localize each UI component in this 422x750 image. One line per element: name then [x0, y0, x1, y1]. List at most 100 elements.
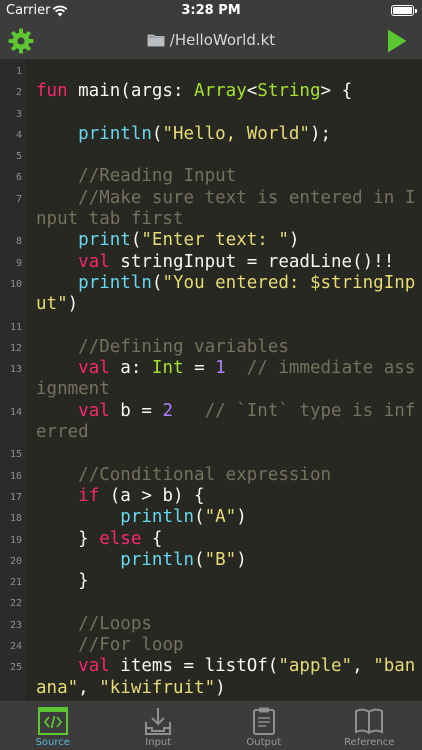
- code-token: println: [120, 507, 195, 528]
- code-line[interactable]: 7 //Make sure text is entered in Input t…: [16, 188, 420, 231]
- code-area[interactable]: 1 2 fun main(args: Array<String> { 3 4 print…: [10, 60, 420, 699]
- code-line[interactable]: 21 }: [10, 571, 420, 592]
- code-line[interactable]: 13 val a: Int = 1 // immediate assignmen…: [10, 358, 420, 401]
- battery-icon: [391, 5, 417, 16]
- code-line[interactable]: 18 println("A"): [10, 507, 420, 528]
- code-token: "kiwifruit": [99, 677, 216, 698]
- code-line[interactable]: 24 //For loop: [10, 635, 420, 656]
- code-text: //Defining variables: [36, 337, 420, 358]
- code-token: b =: [109, 400, 163, 421]
- line-number: 3: [15, 108, 22, 120]
- code-line[interactable]: 10 println("You entered: $stringInput"): [10, 273, 420, 316]
- code-text: val b = 2 // `Int` type is inferred: [36, 401, 420, 444]
- play-icon[interactable]: [386, 28, 408, 54]
- code-line[interactable]: 16 //Conditional expression: [10, 465, 420, 486]
- tab-source[interactable]: Source: [0, 701, 106, 750]
- code-line[interactable]: 25 val items = listOf("apple", "banana",…: [10, 656, 420, 699]
- code-line[interactable]: 22: [10, 592, 420, 613]
- line-number: 1: [15, 66, 22, 77]
- code-token: String: [257, 81, 321, 102]
- tab-bar: Source Input Output Reference: [0, 700, 422, 750]
- code-line[interactable]: 2 fun main(args: Array<String> {: [16, 81, 420, 102]
- line-number: 5: [15, 151, 22, 163]
- code-token: <: [246, 81, 258, 102]
- code-token: Array: [194, 81, 247, 102]
- line-number: 13: [9, 364, 22, 376]
- tab-reference[interactable]: Reference: [317, 701, 422, 750]
- code-line[interactable]: 4 println("Hello, World");: [16, 123, 420, 145]
- code-line[interactable]: 12 //Defining variables: [10, 337, 420, 358]
- tab-reference-label: Reference: [344, 737, 395, 748]
- code-text: val items = listOf("apple", "banana", "k…: [36, 656, 420, 699]
- code-line[interactable]: 9 val stringInput = readLine()!!: [16, 252, 420, 273]
- line-number: 23: [9, 619, 22, 631]
- nav-title: /HelloWorld.kt: [169, 31, 276, 49]
- code-text: //Loops: [36, 614, 420, 635]
- tab-input[interactable]: Input: [106, 701, 212, 750]
- line-number: 24: [9, 641, 22, 653]
- line-number: 18: [9, 513, 22, 525]
- code-line[interactable]: 20 println("B"): [10, 550, 420, 571]
- tab-output[interactable]: Output: [211, 701, 317, 750]
- code-token: 2: [162, 400, 173, 421]
- code-line[interactable]: 3: [16, 103, 420, 124]
- code-editor[interactable]: 1 2 fun main(args: Array<String> { 3 4 print…: [0, 60, 422, 700]
- code-token: }: [36, 528, 100, 549]
- code-line[interactable]: 15: [10, 443, 420, 464]
- code-line[interactable]: 17 if (a > b) {: [10, 485, 420, 507]
- status-bar: Carrier 3:28 PM: [0, 0, 422, 22]
- line-number: 2: [15, 87, 22, 99]
- code-token: //Defining variables: [78, 336, 289, 357]
- code-line[interactable]: 14 val b = 2 // `Int` type is inferred: [10, 401, 420, 444]
- code-token: println: [120, 549, 195, 570]
- code-line[interactable]: 8 print("Enter text: "): [16, 230, 420, 251]
- code-token: val: [78, 656, 110, 677]
- line-number: 9: [15, 257, 22, 269]
- code-line[interactable]: 5: [16, 145, 420, 166]
- code-token: "apple": [278, 656, 353, 677]
- code-token: (: [130, 230, 142, 251]
- line-number: 20: [9, 555, 22, 567]
- code-line[interactable]: 6 //Reading Input: [16, 166, 420, 187]
- code-text: println("B"): [36, 550, 420, 571]
- code-line[interactable]: 1: [16, 60, 420, 81]
- code-token: ,: [78, 677, 100, 698]
- code-token: "A": [204, 507, 237, 528]
- code-token: println: [78, 272, 152, 293]
- code-line[interactable]: 23 //Loops: [10, 614, 420, 635]
- code-text: } else {: [36, 529, 420, 550]
- line-number: 21: [9, 577, 22, 589]
- code-token: if: [78, 485, 100, 506]
- line-number: 8: [15, 236, 22, 248]
- code-token: "B": [204, 549, 237, 570]
- code-icon: [37, 707, 68, 735]
- code-text: val stringInput = readLine()!!: [36, 252, 420, 273]
- line-number: 14: [9, 406, 22, 418]
- tab-input-label: Input: [145, 737, 172, 748]
- code-token: println: [78, 123, 152, 144]
- code-text: //Reading Input: [36, 166, 420, 187]
- line-number: 15: [9, 449, 22, 461]
- line-number: 22: [9, 598, 22, 610]
- line-number: 17: [9, 491, 22, 503]
- code-token: }: [36, 571, 89, 592]
- code-line[interactable]: 19 } else {: [10, 529, 420, 550]
- code-text: println("You entered: $stringInput"): [36, 273, 420, 316]
- code-line[interactable]: 11: [10, 316, 420, 337]
